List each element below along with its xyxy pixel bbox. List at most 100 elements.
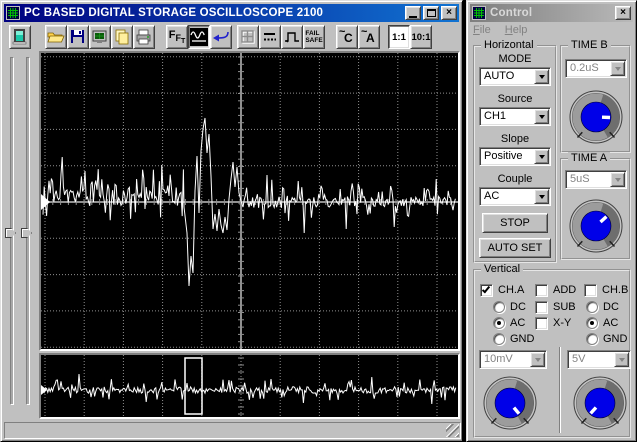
chevron-down-icon [538, 115, 545, 122]
chevron-down-icon [614, 178, 621, 185]
oscilloscope-window: PC BASED DIGITAL STORAGE OSCILLOSCOPE 21… [0, 0, 463, 442]
time-b-group-label: TIME B [568, 39, 611, 51]
ch-b-gain-knob[interactable] [572, 375, 628, 431]
stop-button[interactable]: STOP [482, 213, 548, 233]
control-close-icon: × [620, 7, 626, 18]
channel-b-position-thumb[interactable] [21, 228, 32, 238]
probe-10-1-button[interactable]: 10:1 [410, 25, 432, 49]
square-wave-icon [285, 32, 299, 43]
time-a-select: 5uS [565, 170, 627, 189]
slope-value: Positive [484, 150, 523, 162]
x-y-label: X-Y [553, 317, 572, 329]
return-arrow-icon [213, 31, 229, 42]
ch-a-gnd-radio[interactable] [493, 333, 505, 345]
maximize-button[interactable] [423, 6, 439, 20]
grid-toggle-button[interactable] [237, 25, 259, 49]
sub-label: SUB [553, 301, 576, 313]
ch-a-ac-radio[interactable] [493, 317, 505, 329]
ch-a-dc-label: DC [510, 301, 526, 313]
ch-a-gain-knob[interactable] [482, 375, 538, 431]
check-icon [481, 284, 491, 294]
chevron-down-icon [538, 155, 545, 162]
source-label: Source [497, 93, 533, 105]
source-select[interactable]: CH1 [479, 107, 551, 126]
calibrate-a-button[interactable]: ~ A [358, 25, 380, 49]
couple-select[interactable]: AC [479, 187, 551, 206]
menu-file[interactable]: File [473, 24, 491, 39]
time-a-group: TIME A 5uS [560, 152, 631, 260]
control-titlebar[interactable]: Control × [470, 4, 633, 22]
source-value: CH1 [484, 110, 507, 122]
slope-select[interactable]: Positive [479, 147, 551, 166]
failsafe-button[interactable]: FAIL SAFE [303, 25, 325, 49]
overview-scope-display[interactable] [39, 353, 460, 419]
menu-help[interactable]: Help [505, 24, 528, 39]
waveform-icon [190, 28, 208, 46]
ch-b-checkbox[interactable] [584, 284, 597, 297]
couple-label: Couple [497, 173, 533, 185]
vertical-divider [559, 347, 561, 433]
save-button[interactable] [67, 25, 89, 49]
overview-scope-canvas[interactable] [41, 355, 458, 417]
sub-checkbox[interactable] [535, 301, 548, 314]
undo-button[interactable] [210, 25, 232, 49]
main-scope-canvas [41, 53, 458, 349]
horizontal-group-label: Horizontal [481, 39, 537, 51]
copy-pages-icon [115, 29, 129, 45]
main-titlebar[interactable]: PC BASED DIGITAL STORAGE OSCILLOSCOPE 21… [4, 4, 459, 22]
ch-b-volts-arrow [614, 352, 629, 367]
vertical-group-label: Vertical [481, 263, 524, 275]
mode-dropdown-arrow[interactable] [534, 69, 549, 84]
vertical-group: Vertical CH.A ADD CH.B DC SUB DC AC X-Y … [473, 263, 631, 438]
open-folder-icon [47, 32, 65, 43]
channel-a-position-thumb[interactable] [5, 228, 16, 238]
copy-button[interactable] [111, 25, 133, 49]
line-style-button[interactable] [259, 25, 281, 49]
resize-grip[interactable] [446, 424, 459, 437]
x-y-checkbox[interactable] [535, 317, 548, 330]
print-button[interactable] [133, 25, 155, 49]
ch-a-dc-radio[interactable] [493, 301, 505, 313]
time-b-knob[interactable] [568, 89, 624, 145]
close-button[interactable]: × [441, 6, 457, 20]
fft-button[interactable]: FFT [166, 25, 188, 49]
ch-b-volts-select: 5V [567, 350, 631, 369]
toolbar: FFT FAIL SAFE ~ C ~ A 1:1 10:1 [4, 24, 459, 51]
cal-a-icon: ~ A [361, 26, 375, 45]
time-b-dropdown-arrow [610, 61, 625, 76]
exit-door-icon [12, 29, 27, 45]
calibrate-c-button[interactable]: ~ C [336, 25, 358, 49]
mode-value: AUTO [484, 70, 515, 82]
time-b-value: 0.2uS [570, 62, 599, 74]
ch-b-label: CH.B [602, 284, 629, 296]
waveform-display-button[interactable] [188, 25, 210, 49]
control-window: Control × File Help Horizontal MODE AUTO… [466, 0, 637, 442]
chevron-down-icon [538, 75, 545, 82]
time-a-dropdown-arrow [610, 172, 625, 187]
minimize-button[interactable] [405, 6, 421, 20]
probe-1-1-button[interactable]: 1:1 [388, 25, 410, 49]
open-button[interactable] [45, 25, 67, 49]
chevron-down-icon [618, 358, 625, 365]
time-b-group: TIME B 0.2uS [560, 39, 631, 153]
couple-dropdown-arrow[interactable] [534, 189, 549, 204]
exit-button[interactable] [9, 25, 31, 49]
cal-c-icon: ~ C [339, 26, 353, 45]
window-title: PC BASED DIGITAL STORAGE OSCILLOSCOPE 21… [24, 7, 324, 19]
time-a-knob[interactable] [568, 198, 624, 254]
source-dropdown-arrow[interactable] [534, 109, 549, 124]
mode-select[interactable]: AUTO [479, 67, 551, 86]
add-checkbox[interactable] [535, 284, 548, 297]
auto-set-button[interactable]: AUTO SET [479, 238, 551, 258]
slope-label: Slope [500, 133, 530, 145]
ch-b-gnd-radio[interactable] [586, 333, 598, 345]
trigger-slope-button[interactable] [281, 25, 303, 49]
chevron-down-icon [614, 67, 621, 74]
horizontal-group: Horizontal MODE AUTO Source CH1 Slope Po… [473, 39, 557, 263]
screen-capture-button[interactable] [89, 25, 111, 49]
ch-a-checkbox[interactable] [480, 284, 493, 297]
slope-dropdown-arrow[interactable] [534, 149, 549, 164]
control-close-button[interactable]: × [615, 6, 631, 20]
ch-b-dc-radio[interactable] [586, 301, 598, 313]
ch-b-ac-radio[interactable] [586, 317, 598, 329]
